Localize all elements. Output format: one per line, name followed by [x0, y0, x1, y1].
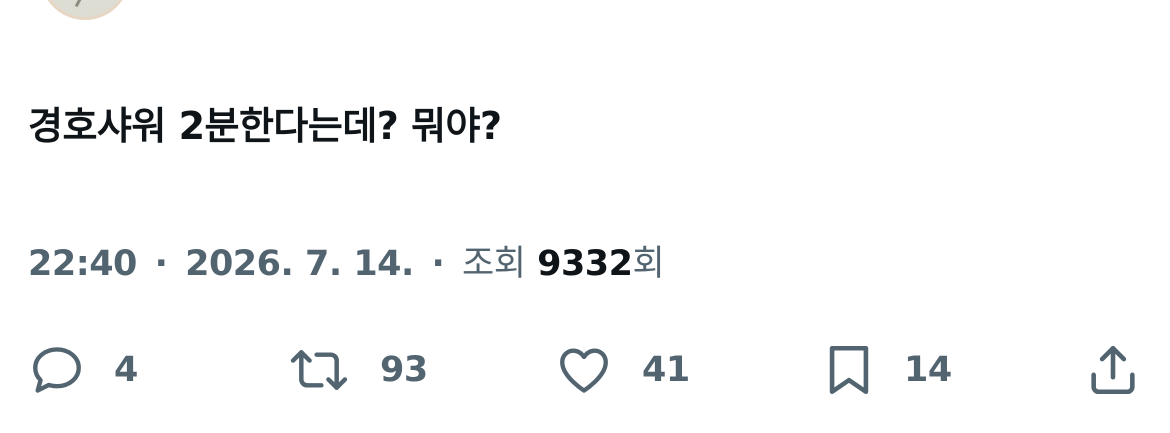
bookmark-icon	[822, 341, 876, 399]
avatar-clock-hand	[74, 0, 88, 8]
heart-icon	[554, 341, 614, 399]
views-label: 조회	[462, 244, 526, 284]
tweet-time[interactable]: 22:40	[28, 244, 137, 284]
retweet-count: 93	[380, 350, 428, 390]
tweet-meta: 22:40 · 2026. 7. 14. · 조회 9332회	[28, 238, 665, 290]
views-suffix: 회	[632, 244, 665, 284]
bookmark-button[interactable]: 14	[822, 335, 952, 405]
views-count[interactable]: 9332	[537, 244, 633, 284]
like-count: 41	[642, 350, 690, 390]
meta-separator: ·	[431, 244, 445, 284]
meta-separator: ·	[154, 244, 168, 284]
avatar[interactable]	[40, 0, 130, 20]
reply-button[interactable]: 4	[28, 335, 138, 405]
like-button[interactable]: 41	[554, 335, 690, 405]
reply-icon	[28, 341, 86, 399]
reply-count: 4	[114, 350, 138, 390]
tweet-date[interactable]: 2026. 7. 14.	[185, 244, 414, 284]
action-bar: 4 93 41 14	[0, 335, 1170, 405]
share-icon	[1084, 341, 1142, 399]
share-button[interactable]	[1084, 335, 1142, 405]
bookmark-count: 14	[904, 350, 952, 390]
retweet-icon	[286, 341, 352, 399]
retweet-button[interactable]: 93	[286, 335, 428, 405]
tweet-text: 경호샤워 2분한다는데? 뭐야?	[28, 104, 502, 148]
